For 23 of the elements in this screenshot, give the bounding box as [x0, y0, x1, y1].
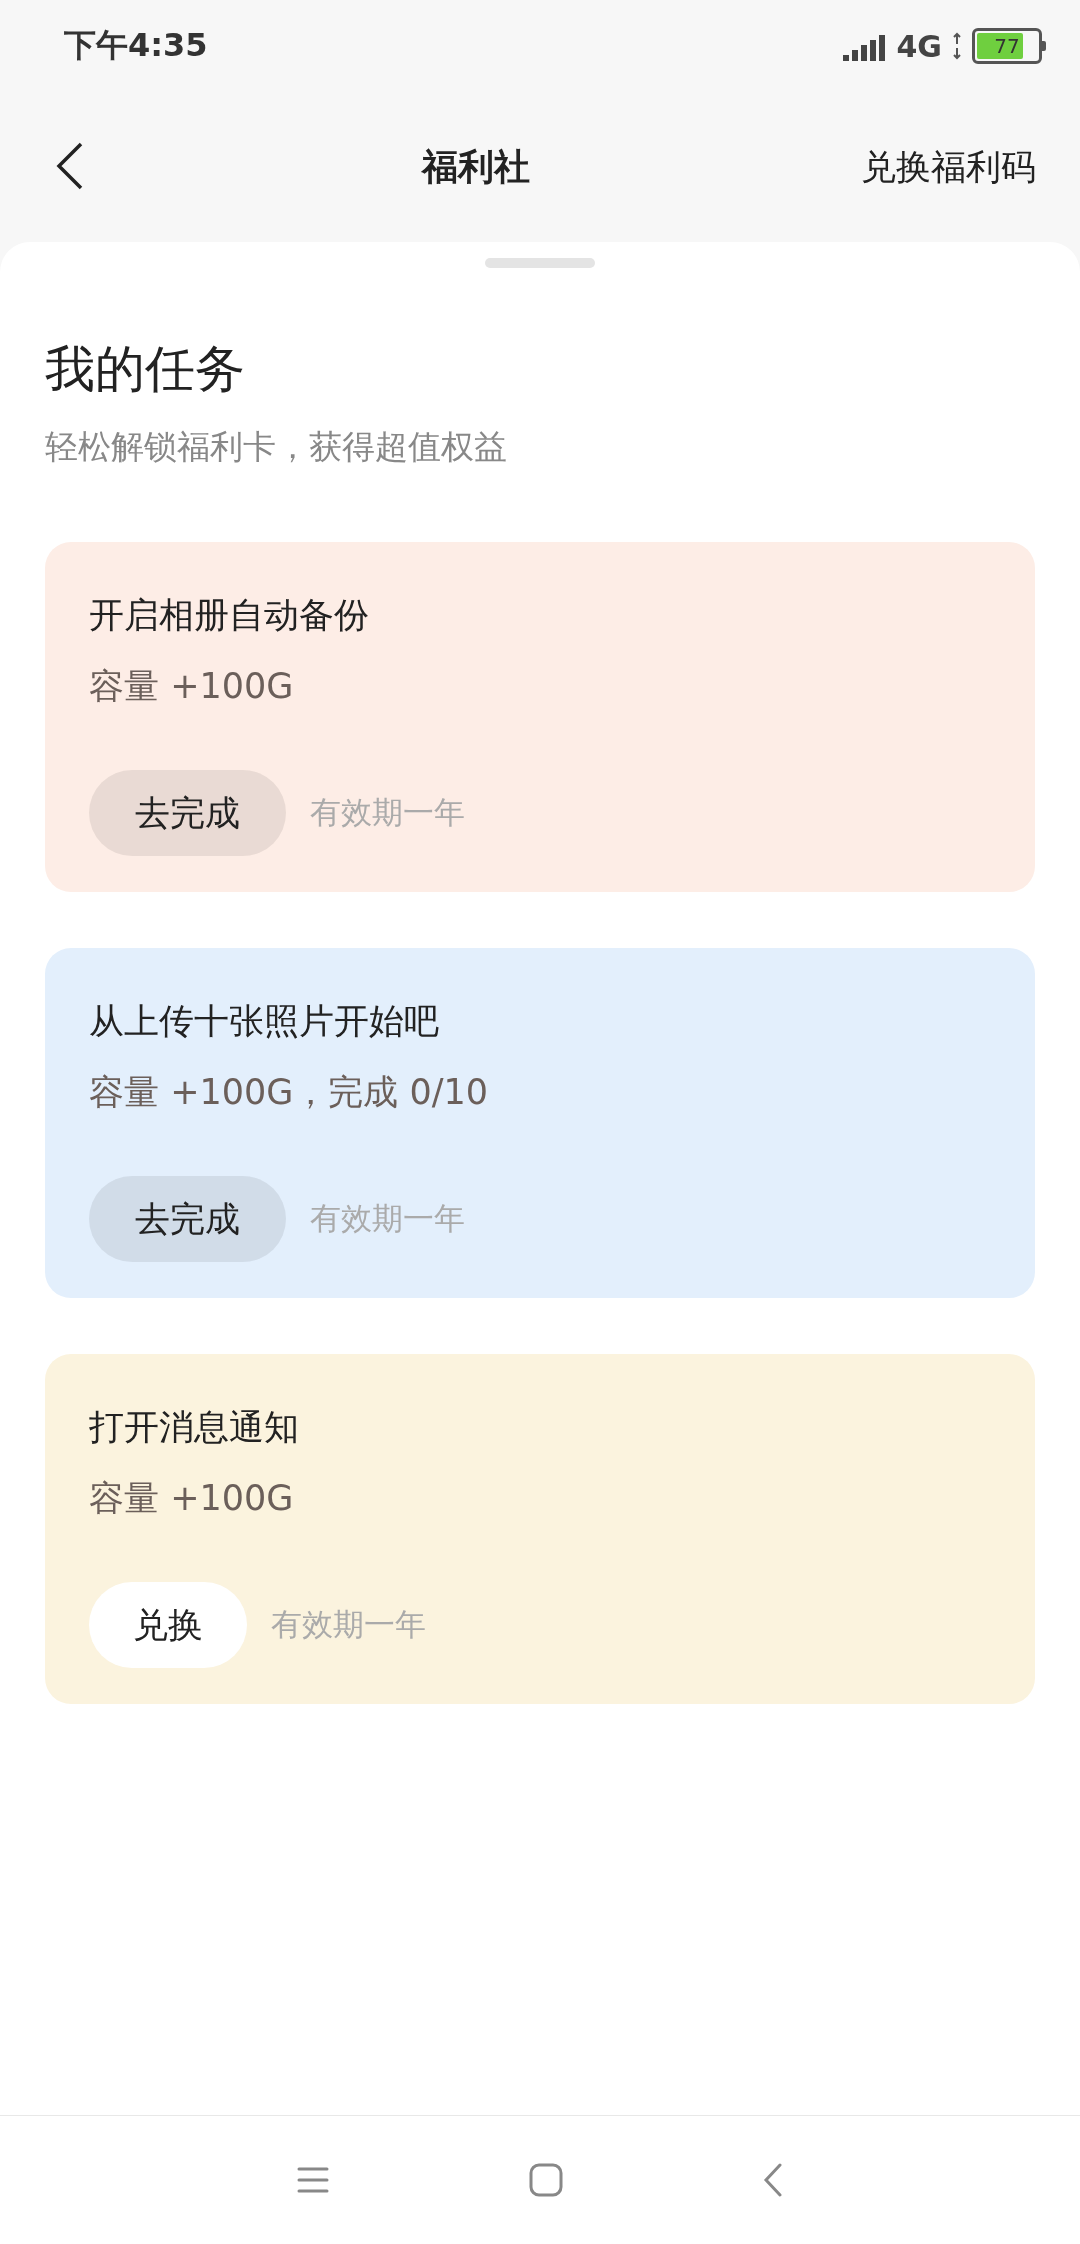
task-title: 开启相册自动备份 [89, 594, 370, 637]
task-reward: 容量 +100G [89, 665, 295, 708]
network-type: 4G [896, 28, 942, 64]
validity-text: 有效期一年 [310, 793, 465, 832]
task-reward: 容量 +100G [89, 1477, 295, 1520]
task-reward: 容量 +100G，完成 0/10 [89, 1071, 490, 1114]
redeem-button[interactable]: 兑换 [89, 1582, 247, 1668]
page-title: 福利社 [421, 144, 530, 189]
menu-icon[interactable] [297, 2166, 329, 2194]
validity-text: 有效期一年 [271, 1605, 426, 1644]
status-time: 下午4:35 [64, 25, 208, 66]
validity-text: 有效期一年 [310, 1199, 465, 1238]
task-title: 打开消息通知 [89, 1406, 300, 1449]
battery-level: 77 [993, 33, 1021, 60]
home-icon[interactable] [529, 2163, 563, 2197]
complete-button[interactable]: 去完成 [89, 1176, 286, 1262]
data-arrows-icon [952, 32, 962, 60]
back-icon[interactable] [763, 2163, 783, 2197]
section-title: 我的任务 [45, 339, 246, 400]
redeem-code-link[interactable]: 兑换福利码 [861, 143, 1036, 191]
complete-button[interactable]: 去完成 [89, 770, 286, 856]
task-title: 从上传十张照片开始吧 [89, 1000, 440, 1043]
section-subtitle: 轻松解锁福利卡，获得超值权益 [45, 426, 508, 468]
